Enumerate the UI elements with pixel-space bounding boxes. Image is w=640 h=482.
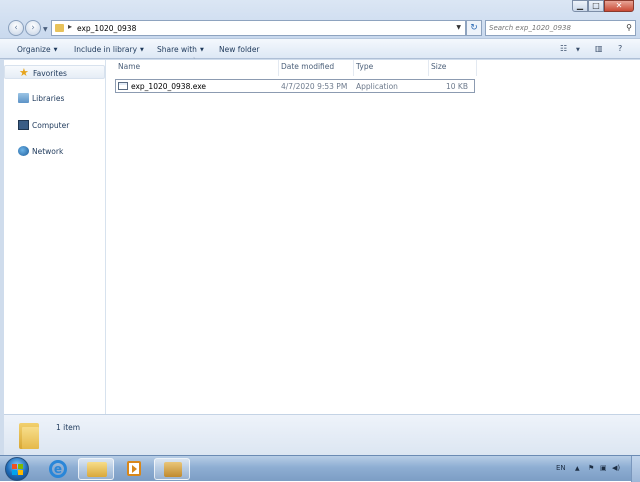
chevron-down-icon: ▼ <box>199 47 204 53</box>
file-type: Application <box>356 82 398 91</box>
nav-item-libraries[interactable]: Libraries <box>4 91 105 105</box>
column-divider[interactable] <box>278 60 279 76</box>
view-options-dropdown-icon[interactable]: ▼ <box>576 47 580 53</box>
explorer-window: ▁ □ ✕ ‹ › ▼ ▸ exp_1020_0938 ▼ ↻ ⚲ Organi… <box>0 0 640 455</box>
windows-logo-icon-part <box>18 464 23 469</box>
libraries-icon <box>18 93 29 103</box>
chevron-down-icon: ▼ <box>140 47 144 53</box>
new-folder-label: New folder <box>219 45 260 54</box>
share-with-label: Share with <box>157 45 197 54</box>
star-icon: ★ <box>19 66 29 79</box>
search-input[interactable] <box>489 22 614 34</box>
nav-item-label: Network <box>32 147 64 156</box>
navigation-pane: ★ Favorites Libraries Computer Network <box>4 60 106 414</box>
column-header-name[interactable]: Name <box>118 62 140 71</box>
windows-logo-icon-part <box>18 470 23 475</box>
item-count: 1 item <box>56 423 81 432</box>
new-folder-button[interactable]: New folder <box>219 45 260 54</box>
maximize-button[interactable]: □ <box>588 0 604 12</box>
search-icon[interactable]: ⚲ <box>626 23 632 32</box>
organize-button[interactable]: Organize ▼ <box>17 45 57 54</box>
windows-logo-icon-part <box>12 470 17 475</box>
change-view-icon[interactable]: ☷ <box>560 44 567 53</box>
column-divider[interactable] <box>353 60 354 76</box>
column-divider[interactable] <box>476 60 477 76</box>
system-tray: EN ▲ ⚑ ▣ ◀) <box>550 456 640 482</box>
share-with-button[interactable]: Share with ▼ <box>157 45 204 54</box>
column-header-date-modified[interactable]: Date modified <box>281 62 334 71</box>
internet-explorer-icon: e <box>49 460 67 478</box>
nav-item-favorites[interactable]: ★ Favorites <box>4 65 105 79</box>
nav-item-label: Libraries <box>32 94 65 103</box>
chevron-down-icon: ▼ <box>53 47 58 53</box>
column-divider[interactable] <box>428 60 429 76</box>
details-pane: 1 item <box>4 414 640 455</box>
command-bar: Organize ▼ Include in library ▼ Share with… <box>0 38 640 59</box>
language-indicator[interactable]: EN <box>556 464 566 472</box>
sort-caret-icon: ˇ <box>193 58 196 64</box>
taskbar-internet-explorer[interactable]: e <box>40 458 76 480</box>
address-dropdown-icon[interactable]: ▼ <box>456 24 461 31</box>
include-in-library-button[interactable]: Include in library ▼ <box>74 45 144 54</box>
file-list[interactable]: ˇ Name Date modified Type Size exp_1020_… <box>106 58 640 414</box>
column-header-size[interactable]: Size <box>431 62 446 71</box>
nav-item-network[interactable]: Network <box>4 144 105 158</box>
windows-explorer-icon <box>87 462 107 477</box>
volume-icon[interactable]: ◀) <box>612 464 620 472</box>
window-controls: ▁ □ ✕ <box>572 0 634 12</box>
nav-item-label: Computer <box>32 121 70 130</box>
column-header-type[interactable]: Type <box>356 62 373 71</box>
breadcrumb-separator-icon[interactable]: ▸ <box>68 22 72 31</box>
taskbar: e EN ▲ ⚑ ▣ ◀) <box>0 455 640 482</box>
application-icon <box>118 82 128 90</box>
show-hidden-icons-icon[interactable]: ▲ <box>575 465 580 472</box>
folder-icon <box>55 24 64 32</box>
breadcrumb-current-folder[interactable]: exp_1020_0938 <box>77 24 136 33</box>
windows-logo-icon <box>12 464 17 469</box>
organize-label: Organize <box>17 45 51 54</box>
forward-button[interactable]: › <box>25 20 41 36</box>
search-box[interactable]: ⚲ <box>485 20 636 36</box>
nav-item-computer[interactable]: Computer <box>4 118 105 132</box>
file-row[interactable]: exp_1020_0938.exe 4/7/2020 9:53 PM Appli… <box>115 79 475 93</box>
help-icon[interactable]: ? <box>618 44 622 53</box>
taskbar-package-app[interactable] <box>154 458 190 480</box>
computer-icon <box>18 120 29 130</box>
package-icon <box>164 462 182 477</box>
back-button[interactable]: ‹ <box>8 20 24 36</box>
network-icon <box>18 146 29 156</box>
minimize-button[interactable]: ▁ <box>572 0 588 12</box>
start-button[interactable] <box>5 457 29 481</box>
refresh-icon: ↻ <box>470 23 478 33</box>
show-desktop-button[interactable] <box>631 456 640 482</box>
file-date-modified: 4/7/2020 9:53 PM <box>281 82 348 91</box>
close-button[interactable]: ✕ <box>604 0 634 12</box>
title-bar: ▁ □ ✕ ‹ › ▼ ▸ exp_1020_0938 ▼ ↻ ⚲ <box>0 0 640 38</box>
action-center-flag-icon[interactable]: ⚑ <box>588 464 594 472</box>
network-status-icon[interactable]: ▣ <box>600 464 607 472</box>
taskbar-media-player[interactable] <box>116 458 152 480</box>
taskbar-windows-explorer[interactable] <box>78 458 114 480</box>
address-bar[interactable]: ▸ exp_1020_0938 ▼ <box>51 20 466 36</box>
recent-pages-dropdown[interactable]: ▼ <box>43 26 48 33</box>
folder-icon <box>19 423 39 449</box>
include-in-library-label: Include in library <box>74 45 138 54</box>
preview-pane-icon[interactable]: ▥ <box>595 44 603 53</box>
file-size: 10 KB <box>446 82 468 91</box>
file-name: exp_1020_0938.exe <box>131 82 207 91</box>
media-player-icon <box>127 461 141 476</box>
nav-item-label: Favorites <box>33 69 67 78</box>
refresh-button[interactable]: ↻ <box>466 20 482 36</box>
